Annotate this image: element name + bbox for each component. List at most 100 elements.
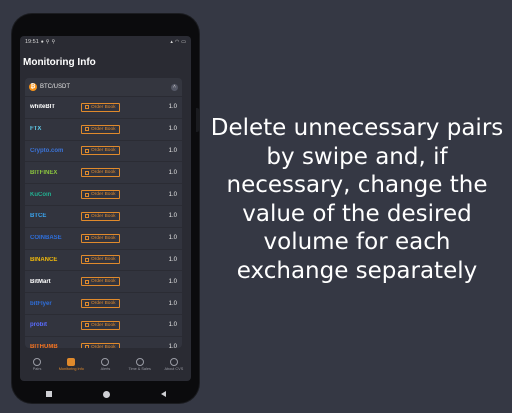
nav-label: Pairs xyxy=(32,367,42,371)
order-book-button[interactable]: Order Book xyxy=(81,233,120,243)
clock-icon xyxy=(135,358,144,366)
nav-label: Time & Sales xyxy=(128,367,151,371)
order-book-button[interactable]: Order Book xyxy=(81,190,120,200)
volume-value[interactable]: 1.0 xyxy=(169,170,177,176)
chevron-up-icon[interactable]: ˄ xyxy=(171,83,178,91)
volume-value[interactable]: 1.0 xyxy=(169,235,177,241)
volume-value[interactable]: 1.0 xyxy=(169,192,177,198)
order-book-label: Order Book xyxy=(91,344,116,348)
nav-item-monitoring-info[interactable]: Monitoring Info xyxy=(56,358,86,371)
exchange-row[interactable]: BTCE Order Book 1.0 xyxy=(25,206,182,228)
caption-line: exchange separately xyxy=(236,257,478,284)
exchange-logo: whiteBIT xyxy=(30,104,55,111)
order-book-label: Order Book xyxy=(91,235,116,241)
exchange-row[interactable]: probit Order Book 1.0 xyxy=(25,315,182,337)
nav-item-pairs[interactable]: Pairs xyxy=(22,358,52,371)
order-book-button[interactable]: Order Book xyxy=(81,255,120,265)
order-book-button[interactable]: Order Book xyxy=(81,299,120,309)
order-book-button[interactable]: Order Book xyxy=(81,277,120,287)
nav-item-time-sales[interactable]: Time & Sales xyxy=(125,358,155,371)
exchange-list: whiteBIT Order Book 1.0 FTX Order Book 1.0 Cry… xyxy=(25,97,182,348)
order-book-label: Order Book xyxy=(91,170,116,176)
pair-card: ₿ BTC/USDT ˄ whiteBIT Order Book 1.0 FTX Ord… xyxy=(25,78,182,348)
order-book-icon xyxy=(85,323,89,328)
order-book-button[interactable]: Order Book xyxy=(81,168,120,178)
order-book-icon xyxy=(85,279,89,284)
exchange-row[interactable]: KuCoin Order Book 1.0 xyxy=(25,184,182,206)
caption-line: volume for each xyxy=(263,229,451,255)
status-bar: 19:51 ● ⚲ ⚲ ▴ ◠ ▭ xyxy=(20,36,191,48)
page-title: Monitoring Info xyxy=(23,57,96,68)
monitoring-icon xyxy=(67,358,76,366)
exchange-row[interactable]: BitMart Order Book 1.0 xyxy=(25,271,182,294)
pairs-icon xyxy=(33,358,42,366)
exchange-row[interactable]: BITFINEX Order Book 1.0 xyxy=(25,162,182,185)
order-book-button[interactable]: Order Book xyxy=(81,342,120,348)
order-book-icon xyxy=(85,148,89,153)
bitcoin-icon: ₿ xyxy=(29,83,37,91)
nav-item-about-cvs[interactable]: About CVS xyxy=(159,358,189,371)
volume-value[interactable]: 1.0 xyxy=(169,279,177,285)
order-book-label: Order Book xyxy=(91,322,116,328)
order-book-icon xyxy=(85,214,89,219)
volume-value[interactable]: 1.0 xyxy=(169,148,177,154)
exchange-row[interactable]: bitFlyer Order Book 1.0 xyxy=(25,293,182,315)
nav-label: Alerts xyxy=(100,367,111,371)
order-book-button[interactable]: Order Book xyxy=(81,124,120,134)
status-time: 19:51 xyxy=(25,39,39,45)
exchange-logo: BitMart xyxy=(30,278,51,285)
volume-value[interactable]: 1.0 xyxy=(169,322,177,328)
promo-caption: Delete unnecessary pairs by swipe and, i… xyxy=(208,114,506,285)
order-book-label: Order Book xyxy=(91,213,116,219)
order-book-button[interactable]: Order Book xyxy=(81,320,120,330)
bell-icon xyxy=(101,358,110,366)
exchange-row[interactable]: BINANCE Order Book 1.0 xyxy=(25,250,182,272)
app-screen: 19:51 ● ⚲ ⚲ ▴ ◠ ▭ Monitoring Info ₿ BTC/… xyxy=(20,36,191,381)
search-icon: ⚲ xyxy=(51,38,56,45)
order-book-icon xyxy=(85,236,89,241)
exchange-row[interactable]: BITHUMB Order Book 1.0 xyxy=(25,337,182,348)
order-book-icon xyxy=(85,170,89,175)
exchange-row[interactable]: whiteBIT Order Book 1.0 xyxy=(25,97,182,119)
home-icon[interactable] xyxy=(102,390,110,398)
pair-header[interactable]: ₿ BTC/USDT ˄ xyxy=(25,78,182,97)
order-book-label: Order Book xyxy=(91,257,116,263)
caption-line: Delete unnecessary pairs xyxy=(210,115,504,141)
exchange-logo: BITFINEX xyxy=(30,169,58,176)
bitcoin-icon: ● xyxy=(40,38,44,45)
volume-value[interactable]: 1.0 xyxy=(169,213,177,219)
volume-value[interactable]: 1.0 xyxy=(169,344,177,348)
volume-value[interactable]: 1.0 xyxy=(169,104,177,110)
exchange-row[interactable]: FTX Order Book 1.0 xyxy=(25,119,182,141)
order-book-icon xyxy=(85,345,89,348)
volume-value[interactable]: 1.0 xyxy=(169,301,177,307)
caption-line: necessary, change the xyxy=(226,172,488,198)
back-icon[interactable] xyxy=(160,391,166,397)
caption-line: by swipe and, if xyxy=(266,143,448,170)
exchange-logo: bitFlyer xyxy=(30,300,52,307)
signal-icon: ▴ xyxy=(170,38,173,45)
exchange-logo: BITHUMB xyxy=(30,344,58,348)
nav-label: About CVS xyxy=(164,367,184,371)
battery-icon: ▭ xyxy=(181,38,186,45)
exchange-row[interactable]: COINBASE Order Book 1.0 xyxy=(25,228,182,250)
volume-value[interactable]: 1.0 xyxy=(169,257,177,263)
exchange-logo: probit xyxy=(30,322,47,329)
order-book-label: Order Book xyxy=(91,279,116,285)
order-book-icon xyxy=(85,301,89,306)
exchange-logo: Crypto.com xyxy=(30,147,64,154)
order-book-button[interactable]: Order Book xyxy=(81,146,120,156)
exchange-row[interactable]: Crypto.com Order Book 1.0 xyxy=(25,141,182,163)
exchange-logo: FTX xyxy=(30,126,42,133)
nav-item-alerts[interactable]: Alerts xyxy=(90,358,120,371)
caption-line: value of the desired xyxy=(242,200,472,227)
bottom-nav: Pairs Monitoring Info Alerts Time & Sales Ab… xyxy=(20,358,191,372)
order-book-icon xyxy=(85,192,89,197)
order-book-icon xyxy=(85,127,89,132)
order-book-label: Order Book xyxy=(91,148,116,154)
recent-apps-icon[interactable] xyxy=(45,391,52,397)
volume-value[interactable]: 1.0 xyxy=(169,126,177,132)
order-book-button[interactable]: Order Book xyxy=(81,102,120,112)
order-book-button[interactable]: Order Book xyxy=(81,211,120,221)
search-icon: ⚲ xyxy=(45,38,50,45)
